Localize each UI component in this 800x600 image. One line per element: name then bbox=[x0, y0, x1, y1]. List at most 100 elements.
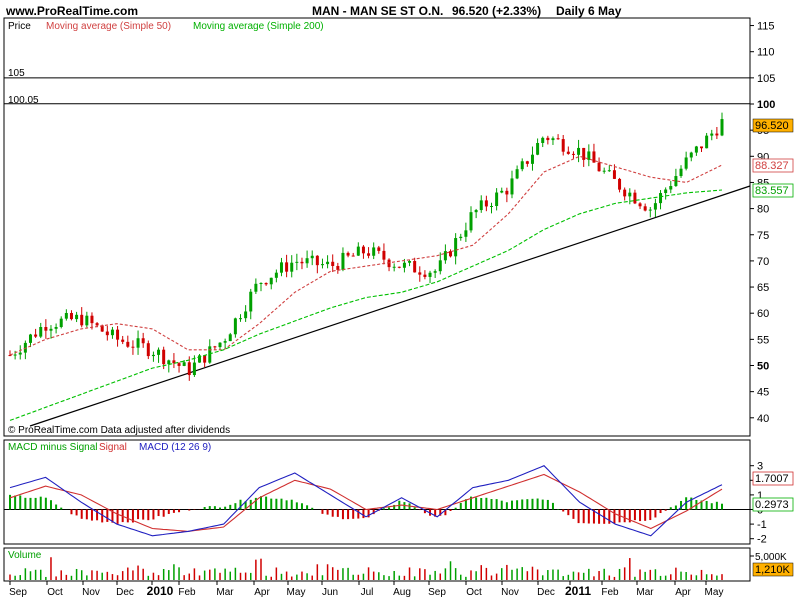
price-candle-body bbox=[669, 186, 673, 190]
macd-panel[interactable] bbox=[3, 439, 751, 545]
price-candle-body bbox=[623, 189, 627, 197]
price-candle-body bbox=[300, 261, 304, 264]
price-tick-label: 100 bbox=[757, 99, 775, 111]
x-tick-label: Oct bbox=[47, 587, 63, 598]
price-candle-body bbox=[131, 346, 135, 348]
ma200-badge: 83.557 bbox=[752, 183, 794, 198]
macd-layer bbox=[4, 465, 750, 537]
site-title[interactable]: www.ProRealTime.com bbox=[5, 4, 138, 18]
price-candle-body bbox=[54, 326, 58, 329]
price-candle-body bbox=[510, 178, 514, 195]
x-tick-label: Nov bbox=[501, 587, 519, 598]
x-tick-label: Dec bbox=[116, 587, 134, 598]
price-candle-body bbox=[628, 192, 632, 197]
price-candle-body bbox=[597, 162, 601, 172]
x-tick-label: May bbox=[287, 587, 306, 598]
price-candle-body bbox=[116, 329, 120, 340]
price-candle-body bbox=[351, 255, 355, 257]
macd-tick-label: 3 bbox=[757, 461, 763, 473]
price-candle-body bbox=[18, 352, 22, 355]
price-candle-body bbox=[213, 346, 217, 348]
price-candle-body bbox=[269, 277, 273, 285]
price-candle-body bbox=[310, 255, 314, 259]
price-candle-body bbox=[397, 266, 401, 268]
price-candle-body bbox=[295, 261, 299, 263]
price-candle-body bbox=[459, 236, 463, 239]
x-tick-label: Mar bbox=[216, 587, 234, 598]
price-candle-body bbox=[413, 261, 417, 273]
macd-diff-badge: 0.2973 bbox=[752, 497, 794, 512]
axis-layer: 1151101051009590858075706560555045403210… bbox=[9, 21, 787, 598]
price-candle-body bbox=[500, 190, 504, 193]
price-candle-body bbox=[182, 362, 186, 366]
price-candle-body bbox=[367, 253, 371, 256]
x-tick-label: Feb bbox=[178, 587, 196, 598]
price-candle-body bbox=[44, 327, 48, 331]
x-tick-label: Sep bbox=[9, 587, 27, 598]
price-label: Price bbox=[8, 21, 31, 32]
price-candle-body bbox=[279, 262, 283, 273]
price-candle-body bbox=[239, 318, 243, 320]
price-candle-body bbox=[126, 341, 130, 347]
price-candle-body bbox=[290, 262, 294, 272]
price-candle-body bbox=[479, 200, 483, 211]
price-candle-body bbox=[377, 247, 381, 251]
price-candle-body bbox=[69, 312, 73, 320]
price-candle-body bbox=[162, 349, 166, 365]
price-candle-body bbox=[90, 315, 94, 324]
x-tick-label: Oct bbox=[466, 587, 482, 598]
price-candle-body bbox=[561, 139, 565, 152]
price-candle-body bbox=[341, 252, 345, 270]
price-candle-body bbox=[8, 355, 12, 357]
price-candle-body bbox=[146, 343, 150, 357]
price-candle-body bbox=[187, 362, 191, 376]
price-tick-label: 45 bbox=[757, 387, 769, 399]
price-candle-body bbox=[356, 246, 360, 256]
price-candle-body bbox=[464, 230, 468, 237]
price-candle-body bbox=[110, 329, 114, 336]
price-candle-body bbox=[618, 178, 622, 190]
price-candle-body bbox=[305, 258, 309, 264]
price-candle-body bbox=[264, 282, 268, 285]
price-candle-body bbox=[402, 262, 406, 268]
price-candle-body bbox=[664, 189, 668, 194]
price-panel[interactable] bbox=[3, 17, 751, 437]
price-candle-body bbox=[157, 349, 161, 355]
ma50-legend: Moving average (Simple 50) bbox=[46, 21, 171, 32]
price-candle-body bbox=[469, 212, 473, 231]
price-candle-body bbox=[320, 264, 324, 266]
price-tick-label: 110 bbox=[757, 47, 775, 59]
price-candle-body bbox=[577, 147, 581, 155]
copyright-note: © ProRealTime.com Data adjusted after di… bbox=[8, 425, 230, 436]
price-candle-body bbox=[438, 260, 442, 272]
last-price-badge-text: 96.520 bbox=[755, 120, 789, 132]
x-tick-label: Aug bbox=[393, 587, 411, 598]
x-tick-label: Apr bbox=[675, 587, 691, 598]
price-candle-body bbox=[679, 168, 683, 177]
x-tick-label: May bbox=[705, 587, 724, 598]
price-candle-body bbox=[336, 265, 340, 270]
x-tick-label: Sep bbox=[428, 587, 446, 598]
price-candle-body bbox=[285, 262, 289, 272]
price-candle-body bbox=[715, 133, 719, 136]
stock-chart: www.ProRealTime.com MAN - MAN SE ST O.N.… bbox=[3, 4, 794, 598]
price-candle-body bbox=[249, 291, 253, 312]
x-tick-label: 2010 bbox=[147, 584, 174, 598]
x-tick-label: 2011 bbox=[565, 584, 591, 598]
volume-panel[interactable] bbox=[3, 547, 751, 582]
price-candle-body bbox=[167, 360, 171, 365]
x-tick-label: Apr bbox=[254, 587, 270, 598]
price-tick-label: 70 bbox=[757, 256, 769, 268]
macd-hist-legend: MACD minus Signal bbox=[8, 442, 97, 453]
ma200-badge-text: 83.557 bbox=[755, 185, 789, 197]
price-candle-body bbox=[612, 170, 616, 179]
price-candle-body bbox=[505, 190, 509, 195]
price-candle-body bbox=[582, 147, 586, 160]
price-tick-label: 80 bbox=[757, 204, 769, 216]
price-candle-body bbox=[274, 272, 278, 278]
price-candle-body bbox=[80, 314, 84, 326]
x-tick-label: Jun bbox=[322, 587, 338, 598]
price-candle-body bbox=[105, 331, 109, 336]
price-candle-body bbox=[218, 342, 222, 348]
x-tick-label: Jul bbox=[361, 587, 374, 598]
